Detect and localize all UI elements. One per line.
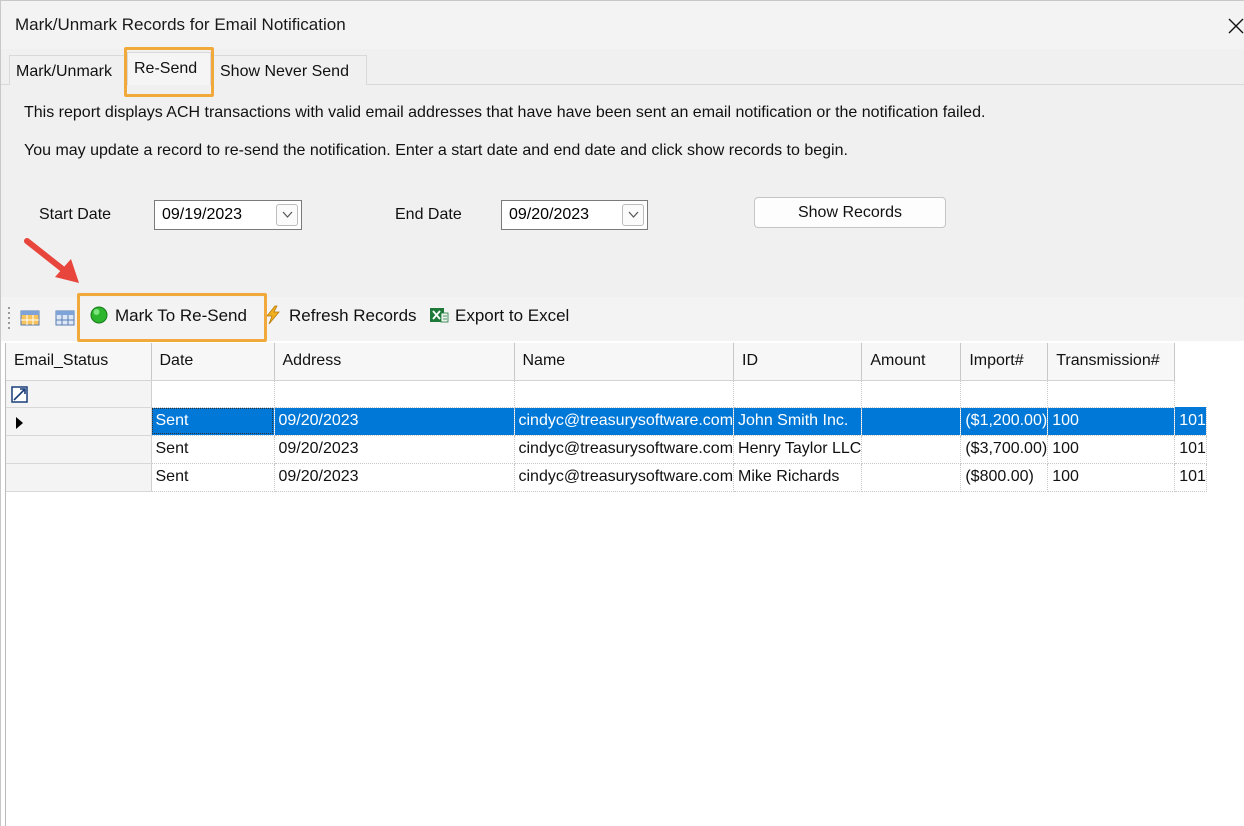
title-bar: Mark/Unmark Records for Email Notificati… <box>1 1 1244 49</box>
new-row-cell[interactable] <box>1047 380 1176 408</box>
tab-show-never-send[interactable]: Show Never Send <box>213 55 367 85</box>
table-row[interactable]: Sent 09/20/2023 cindyc@treasurysoftware.… <box>6 463 1207 492</box>
cell-name[interactable]: John Smith Inc. <box>733 407 863 436</box>
header-row: Email_Status Date Address Name ID Amount… <box>6 343 1206 381</box>
description-line-2: You may update a record to re-send the n… <box>24 142 848 159</box>
table-view-button[interactable] <box>19 307 41 329</box>
tab-strip: Mark/Unmark Re-Send Show Never Send <box>1 49 1244 85</box>
cell-import[interactable]: 100 <box>1047 407 1176 436</box>
chevron-down-icon <box>282 211 293 218</box>
refresh-records-button[interactable]: Refresh Records <box>263 305 417 333</box>
column-header-amount[interactable]: Amount <box>861 343 962 381</box>
grid-view-button[interactable] <box>54 307 76 329</box>
row-pointer-icon <box>16 416 23 429</box>
cell-date[interactable]: 09/20/2023 <box>274 435 515 464</box>
start-date-label: Start Date <box>39 206 112 223</box>
row-selector[interactable] <box>6 435 152 464</box>
cell-transmission[interactable]: 101 <box>1174 407 1207 436</box>
cell-address[interactable]: cindyc@treasurysoftware.com <box>514 435 735 464</box>
export-to-excel-label: Export to Excel <box>455 306 570 325</box>
grid-icon <box>55 310 75 326</box>
cell-name[interactable]: Mike Richards <box>733 463 863 492</box>
row-selector[interactable] <box>6 463 152 492</box>
new-row-cell[interactable] <box>274 380 515 408</box>
close-icon <box>1228 18 1244 34</box>
new-row-cell[interactable] <box>733 380 863 408</box>
column-header-date[interactable]: Date <box>151 343 275 381</box>
description-line-1: This report displays ACH transactions wi… <box>24 104 986 121</box>
cell-name[interactable]: Henry Taylor LLC <box>733 435 863 464</box>
cell-amount[interactable]: ($800.00) <box>960 463 1049 492</box>
dialog-window: Mark/Unmark Records for Email Notificati… <box>0 0 1244 826</box>
records-table: Email_Status Date Address Name ID Amount… <box>6 343 1207 492</box>
column-header-import[interactable]: Import# <box>960 343 1049 381</box>
cell-amount[interactable]: ($3,700.00) <box>960 435 1049 464</box>
cell-import[interactable]: 100 <box>1047 435 1176 464</box>
cell-email-status[interactable]: Sent <box>151 463 275 492</box>
export-to-excel-button[interactable]: Export to Excel <box>429 305 569 333</box>
new-row-cell[interactable] <box>514 380 735 408</box>
end-date-picker[interactable]: 09/20/2023 <box>501 200 648 230</box>
cell-amount[interactable]: ($1,200.00) <box>960 407 1049 436</box>
close-button[interactable] <box>1225 11 1244 39</box>
cell-address[interactable]: cindyc@treasurysoftware.com <box>514 463 735 492</box>
cell-address[interactable]: cindyc@treasurysoftware.com <box>514 407 735 436</box>
table-icon <box>20 310 40 326</box>
mark-to-resend-button[interactable]: Mark To Re-Send <box>89 305 247 333</box>
new-row-icon <box>11 385 28 403</box>
cell-id[interactable] <box>861 435 962 464</box>
new-row-cell[interactable] <box>151 380 275 408</box>
new-row[interactable] <box>6 380 1206 408</box>
mark-to-resend-label: Mark To Re-Send <box>115 306 247 325</box>
start-date-picker[interactable]: 09/19/2023 <box>154 200 302 230</box>
column-header-transmission[interactable]: Transmission# <box>1047 343 1176 381</box>
table-row[interactable]: Sent 09/20/2023 cindyc@treasurysoftware.… <box>6 435 1207 464</box>
new-row-selector[interactable] <box>6 380 152 408</box>
new-row-cell[interactable] <box>861 380 962 408</box>
tab-mark-unmark[interactable]: Mark/Unmark <box>9 55 125 85</box>
cell-import[interactable]: 100 <box>1047 463 1176 492</box>
end-date-value: 09/20/2023 <box>509 206 590 223</box>
toolbar-grip[interactable] <box>7 305 11 331</box>
records-grid[interactable]: Email_Status Date Address Name ID Amount… <box>5 343 1244 826</box>
column-header-name[interactable]: Name <box>514 343 735 381</box>
show-records-button[interactable]: Show Records <box>754 197 946 228</box>
refresh-records-label: Refresh Records <box>289 306 417 325</box>
red-arrow-annotation <box>24 238 79 283</box>
end-date-label: End Date <box>395 206 462 223</box>
tab-re-send[interactable]: Re-Send <box>127 52 211 85</box>
cell-email-status[interactable]: Sent <box>151 435 275 464</box>
column-header-address[interactable]: Address <box>274 343 515 381</box>
grid-toolbar: Mark To Re-Send Refresh Records Export t… <box>1 297 1244 341</box>
cell-date[interactable]: 09/20/2023 <box>274 463 515 492</box>
row-selector[interactable] <box>6 407 152 436</box>
excel-icon <box>430 308 449 323</box>
new-row-cell[interactable] <box>960 380 1049 408</box>
cell-date[interactable]: 09/20/2023 <box>274 407 515 436</box>
start-date-dropdown-button[interactable] <box>276 204 298 226</box>
cell-transmission[interactable]: 101 <box>1174 463 1207 492</box>
cell-id[interactable] <box>861 463 962 492</box>
chevron-down-icon <box>628 211 639 218</box>
filter-panel: This report displays ACH transactions wi… <box>1 85 1244 297</box>
cell-transmission[interactable]: 101 <box>1174 435 1207 464</box>
cell-id[interactable] <box>861 407 962 436</box>
end-date-dropdown-button[interactable] <box>622 204 644 226</box>
table-row[interactable]: Sent 09/20/2023 cindyc@treasurysoftware.… <box>6 407 1207 436</box>
window-title: Mark/Unmark Records for Email Notificati… <box>15 15 346 34</box>
start-date-value: 09/19/2023 <box>162 206 243 223</box>
green-dot-icon <box>90 306 108 324</box>
lightning-icon <box>266 305 280 325</box>
column-header-email-status[interactable]: Email_Status <box>6 343 152 381</box>
cell-email-status[interactable]: Sent <box>151 407 275 436</box>
column-header-id[interactable]: ID <box>733 343 863 381</box>
